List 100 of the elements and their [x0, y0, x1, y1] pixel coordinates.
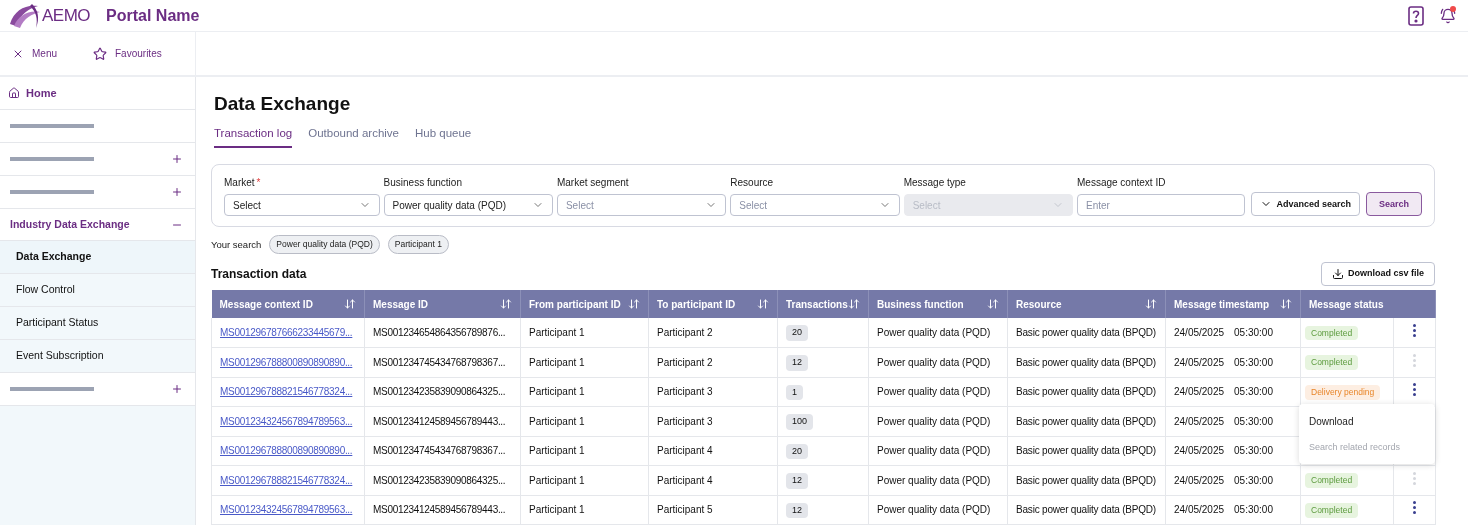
table-cell: MS001234124589456789443...	[364, 406, 521, 436]
message-link[interactable]: MS001234324567894789563...	[220, 504, 353, 516]
message-link[interactable]: MS001296788800890890890...	[220, 356, 353, 368]
table-cell: Participant 2	[648, 318, 778, 348]
message-link[interactable]: MS001296788821546778324...	[220, 474, 353, 486]
column-header[interactable]: To participant ID	[648, 290, 778, 318]
time-text: 05:30:00	[1234, 474, 1273, 486]
more-options-button[interactable]	[1413, 383, 1416, 397]
sort-icon[interactable]	[987, 298, 999, 310]
advanced-search-button[interactable]: Advanced search	[1251, 192, 1360, 217]
expand-icon[interactable]	[171, 383, 183, 395]
column-header[interactable]: Message context ID	[211, 290, 365, 318]
table-cell: Participant 5	[648, 495, 778, 525]
table-cell: Participant 1	[520, 495, 649, 525]
more-options-button[interactable]	[1413, 324, 1416, 337]
filter-chip[interactable]: Power quality data (PQD)	[269, 235, 380, 254]
date-text: 24/05/2025	[1174, 504, 1225, 516]
kebab-icon	[1413, 383, 1416, 397]
table-cell: MS001234235839090864325...	[364, 465, 521, 495]
table-cell: Participant 1	[520, 347, 649, 377]
table-cell: Power quality data (PQD)	[868, 406, 1008, 436]
more-options-button[interactable]	[1413, 501, 1416, 515]
table-cell: Participant 1	[520, 436, 649, 466]
tab[interactable]: Outbound archive	[308, 125, 399, 149]
column-title: Transactions	[786, 297, 848, 312]
section-title: Transaction data	[211, 266, 307, 283]
sort-icon[interactable]	[344, 298, 356, 310]
menu-item[interactable]: Download	[1299, 407, 1435, 435]
column-header[interactable]: Message timestamp	[1165, 290, 1301, 318]
table-cell: Participant 4	[648, 465, 778, 495]
status-badge: Completed	[1305, 355, 1359, 371]
date-text: 24/05/2025	[1174, 327, 1225, 338]
sidebar-item[interactable]	[0, 143, 195, 176]
column-header[interactable]: Transactions	[777, 290, 869, 318]
table-cell: Power quality data (PQD)	[868, 318, 1008, 348]
table-cell: MS001234235839090864325...	[364, 377, 521, 407]
kebab-icon	[1413, 501, 1416, 515]
date-text: 24/05/2025	[1174, 415, 1225, 427]
message-link[interactable]: MS001296787666233445679...	[220, 327, 353, 338]
help-icon[interactable]	[1408, 5, 1424, 26]
table-cell: MS001234745434768798367...	[364, 436, 521, 466]
column-header[interactable]: From participant ID	[520, 290, 649, 318]
sort-icon[interactable]	[757, 298, 769, 310]
message-link[interactable]: MS001296788800890890890...	[220, 445, 353, 457]
sort-icon[interactable]	[500, 298, 512, 310]
message-link[interactable]: MS001234324567894789563...	[220, 415, 353, 427]
search-button[interactable]: Search	[1365, 192, 1422, 217]
download-icon	[1331, 268, 1344, 280]
sidebar-item[interactable]	[0, 373, 195, 406]
sort-icon[interactable]	[1145, 298, 1157, 310]
table-cell: Power quality data (PQD)	[868, 347, 1008, 377]
tab[interactable]: Transaction log	[214, 125, 293, 149]
column-header[interactable]: Message status	[1300, 290, 1436, 318]
table-cell: Basic power quality data (BPQD)	[1007, 318, 1166, 348]
required-mark: *	[256, 177, 261, 189]
page-title: Data Exchange	[213, 92, 352, 116]
column-header[interactable]: Message ID	[364, 290, 521, 318]
table-cell: Participant 1	[520, 406, 649, 436]
notification-icon[interactable]	[1440, 7, 1456, 24]
table-cell: Participant 3	[648, 406, 778, 436]
sidebar-item[interactable]	[0, 176, 195, 209]
field-label: Business function	[383, 176, 463, 191]
table-cell: Participant 1	[520, 318, 649, 348]
menu-button[interactable]: Menu	[12, 46, 57, 61]
sort-icon[interactable]	[1280, 298, 1292, 310]
tab[interactable]: Hub queue	[415, 125, 472, 149]
sidebar-item[interactable]	[0, 110, 195, 143]
time-text: 05:30:00	[1234, 415, 1273, 427]
download-csv-button[interactable]: Download csv file	[1320, 262, 1435, 286]
table-cell: Participant 2	[648, 347, 778, 377]
count-badge: 100	[786, 414, 814, 430]
table-cell: Basic power quality data (BPQD)	[1007, 406, 1166, 436]
sidebar-subitem[interactable]: Data Exchange	[0, 241, 195, 274]
sort-icon[interactable]	[848, 298, 860, 310]
input-field[interactable]: Enter	[1077, 194, 1246, 217]
sidebar-section[interactable]: Industry Data Exchange	[0, 209, 195, 241]
sort-icon[interactable]	[628, 298, 640, 310]
status-badge: Delivery pending	[1305, 384, 1381, 400]
time-text: 05:30:00	[1234, 327, 1273, 338]
column-header[interactable]: Business function	[868, 290, 1008, 318]
filter-chip[interactable]: Participant 1	[387, 235, 449, 254]
favourites-button[interactable]: Favourites	[93, 46, 162, 61]
time-text: 05:30:00	[1234, 504, 1273, 516]
table-cell: Participant 1	[520, 377, 649, 407]
select-field[interactable]: Select	[730, 194, 900, 217]
message-link[interactable]: MS001296788821546778324...	[220, 386, 353, 398]
select-field[interactable]: Select	[556, 194, 727, 217]
column-header[interactable]: Resource	[1007, 290, 1166, 318]
brand-name: AEMO	[42, 4, 91, 27]
status-badge: Completed	[1305, 502, 1359, 518]
table-cell: Basic power quality data (BPQD)	[1007, 377, 1166, 407]
sidebar-item[interactable]: Home	[0, 77, 195, 110]
expand-icon[interactable]	[171, 153, 183, 165]
table-cell: Power quality data (PQD)	[868, 377, 1008, 407]
select-field[interactable]: Select	[224, 194, 380, 217]
expand-icon[interactable]	[171, 186, 183, 198]
status-badge: Completed	[1305, 325, 1359, 341]
kebab-icon	[1413, 324, 1416, 337]
select-field[interactable]: Power quality data (PQD)	[383, 194, 553, 217]
column-title: Message status	[1309, 297, 1384, 312]
